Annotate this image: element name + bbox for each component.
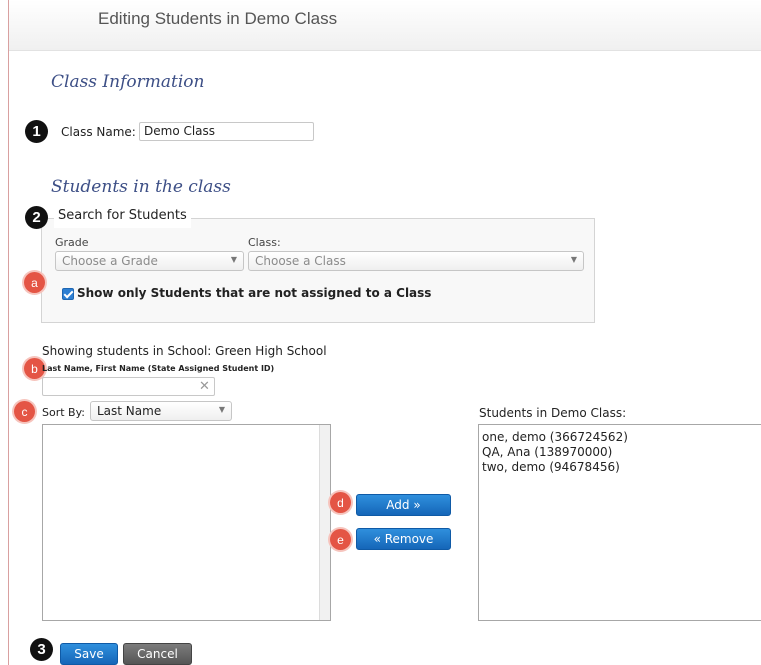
list-item[interactable]: one, demo (366724562) — [482, 430, 628, 444]
class-filter-select[interactable]: Choose a Class ▼ — [248, 251, 584, 271]
search-students-legend: Search for Students — [54, 208, 191, 228]
grade-select-value: Choose a Grade — [62, 254, 158, 268]
remove-button[interactable]: « Remove — [356, 528, 451, 550]
save-button[interactable]: Save — [60, 643, 118, 665]
callout-marker-d: d — [330, 492, 351, 513]
chevron-down-icon: ▼ — [570, 255, 577, 264]
list-item[interactable]: two, demo (94678456) — [482, 460, 620, 474]
cancel-button[interactable]: Cancel — [123, 643, 192, 665]
step-marker-1: 1 — [25, 120, 48, 143]
class-name-input[interactable]: Demo Class — [139, 122, 314, 141]
class-info-heading: Class Information — [51, 72, 205, 92]
frame-border — [8, 0, 9, 665]
class-students-label: Students in Demo Class: — [479, 406, 627, 420]
add-button[interactable]: Add » — [356, 494, 451, 516]
unassigned-only-label: Show only Students that are not assigned… — [77, 286, 432, 300]
page-header: Editing Students in Demo Class — [9, 0, 761, 51]
class-students-list[interactable]: one, demo (366724562) QA, Ana (138970000… — [478, 424, 761, 621]
grade-label: Grade — [55, 236, 89, 249]
class-name-label: Class Name: — [61, 125, 136, 139]
chevron-down-icon: ▼ — [230, 255, 237, 264]
name-search-input[interactable] — [42, 377, 215, 396]
grade-select[interactable]: Choose a Grade ▼ — [55, 251, 244, 271]
sort-by-value: Last Name — [97, 404, 162, 418]
class-filter-select-value: Choose a Class — [255, 254, 346, 268]
step-marker-3: 3 — [30, 638, 53, 661]
callout-marker-c: c — [14, 401, 35, 422]
chevron-down-icon: ▼ — [218, 405, 225, 414]
class-filter-label: Class: — [248, 236, 281, 249]
available-list-scrollbar[interactable] — [319, 425, 330, 620]
list-item[interactable]: QA, Ana (138970000) — [482, 445, 612, 459]
name-search-label: Last Name, First Name (State Assigned St… — [42, 364, 275, 373]
sort-by-label: Sort By: — [42, 406, 86, 419]
sort-by-select[interactable]: Last Name ▼ — [90, 401, 232, 421]
unassigned-only-checkbox[interactable] — [62, 288, 74, 300]
callout-marker-e: e — [330, 529, 351, 550]
students-heading: Students in the class — [51, 177, 231, 197]
clear-icon[interactable]: ✕ — [199, 379, 210, 394]
callout-marker-a: a — [24, 272, 45, 293]
page-title: Editing Students in Demo Class — [98, 9, 338, 28]
available-students-list[interactable] — [42, 424, 331, 621]
step-marker-2: 2 — [25, 206, 48, 229]
school-text: Showing students in School: Green High S… — [42, 344, 327, 358]
